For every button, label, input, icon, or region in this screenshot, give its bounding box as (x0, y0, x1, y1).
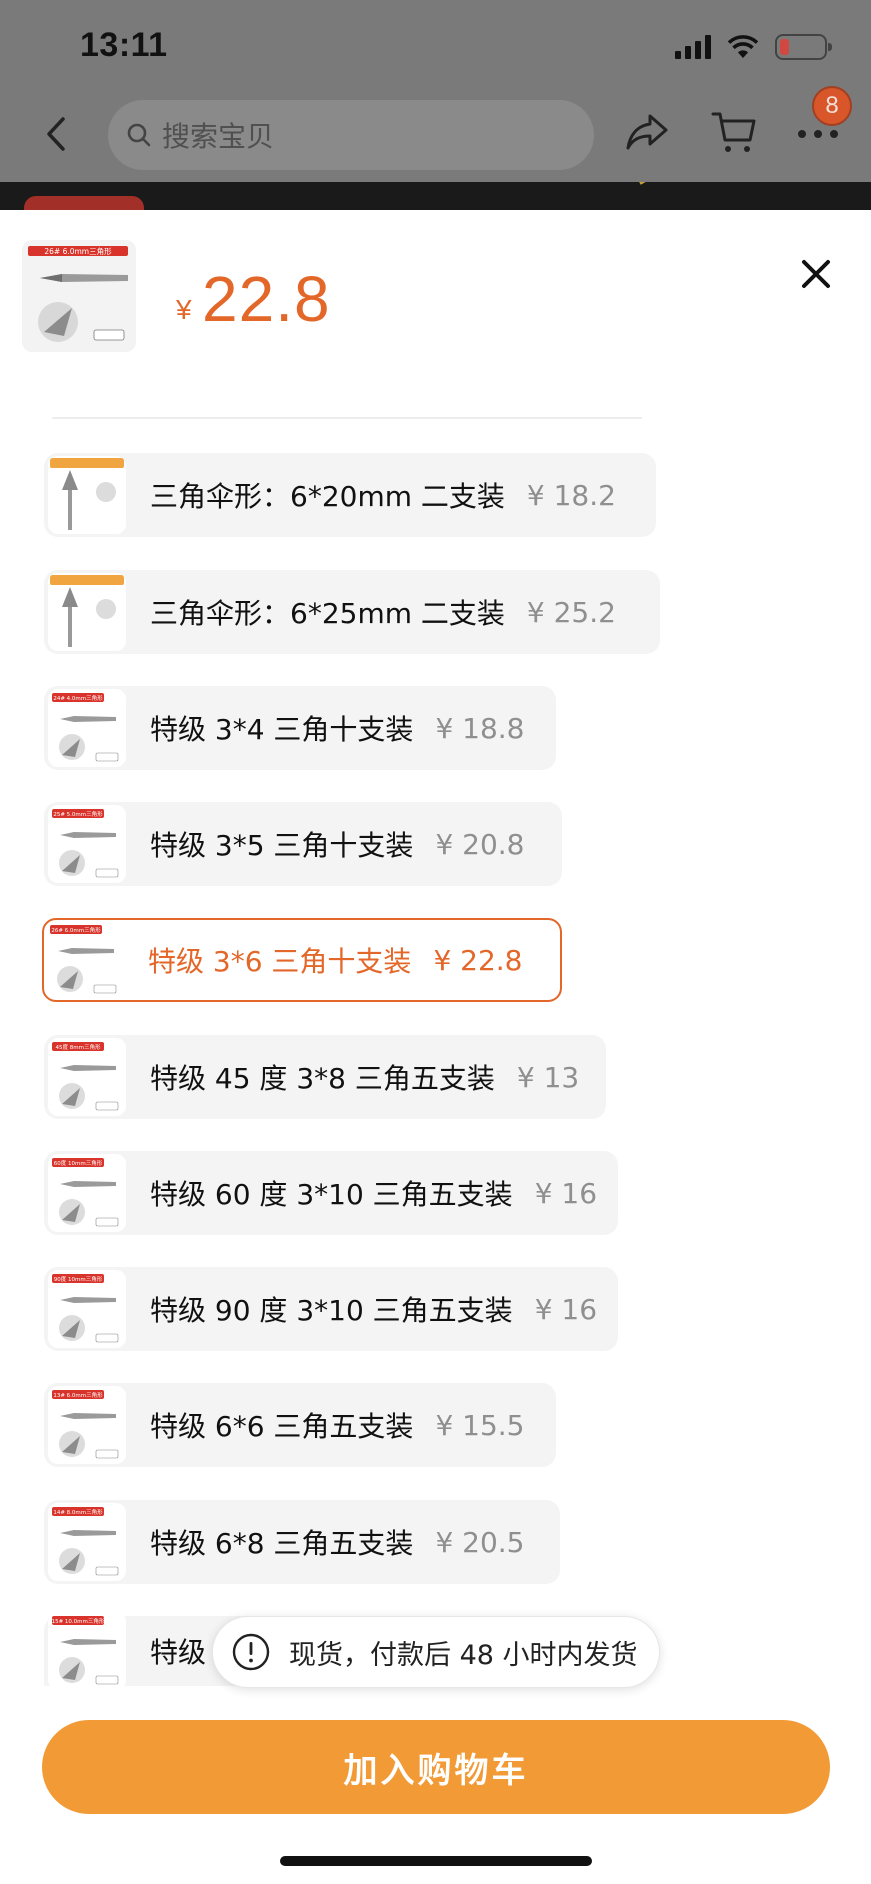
sku-option-price: ¥ 15.5 (435, 1408, 525, 1442)
share-button[interactable] (624, 108, 670, 158)
thumb-tag: 26# 6.0mm三角形 (44, 246, 112, 256)
sku-option-image-tag: 26# 6.0mm三角形 (51, 926, 101, 934)
shipping-toast: 现货，付款后 48 小时内发货 (212, 1616, 660, 1688)
sku-option-label: 三角伞形：6*20mm 二支装 (150, 480, 505, 513)
sku-option-image: 60度 10mm三角形 (48, 1154, 126, 1232)
sku-option-image-tag: 90度 10mm三角形 (54, 1275, 103, 1283)
sku-option[interactable]: 25# 5.0mm三角形特级 3*5 三角十支装 ¥ 20.8 (44, 802, 562, 886)
sku-option-label: 特级 3*5 三角十支装 (150, 829, 414, 862)
sku-option[interactable]: 13# 6.0mm三角形特级 6*6 三角五支装 ¥ 15.5 (44, 1383, 556, 1467)
sku-option-image: 13# 6.0mm三角形 (48, 1386, 126, 1464)
sku-option-image: 45度 8mm三角形 (48, 1038, 126, 1116)
home-indicator (280, 1856, 592, 1866)
share-icon (626, 114, 668, 150)
selected-product-image[interactable]: 26# 6.0mm三角形 (22, 240, 136, 352)
alert-icon (232, 1633, 270, 1671)
dimmed-background[interactable]: 13:11 搜索宝贝 8 (0, 0, 871, 210)
sku-option-label: 特级 (150, 1636, 207, 1669)
search-input[interactable]: 搜索宝贝 (108, 100, 594, 170)
sku-option-image-tag: 25# 5.0mm三角形 (53, 810, 103, 818)
cart-button[interactable] (710, 108, 758, 160)
sku-option[interactable]: 26# 6.0mm三角形特级 3*6 三角十支装 ¥ 22.8 (42, 918, 562, 1002)
sku-option-image-tag: 15# 10.0mm三角形 (52, 1617, 105, 1625)
back-button[interactable] (38, 108, 74, 160)
sku-option-price: ¥ 18.2 (526, 478, 616, 512)
banner-tag (24, 196, 144, 210)
selected-price: 22.8 (202, 263, 331, 335)
sku-option-label: 特级 90 度 3*10 三角五支装 (150, 1294, 513, 1327)
list-divider (52, 417, 642, 419)
sku-option-image-tag: 24# 4.0mm三角形 (53, 694, 103, 702)
sku-option-image: 24# 4.0mm三角形 (48, 689, 126, 767)
sku-option-image-tag: 45度 8mm三角形 (56, 1043, 101, 1051)
sku-option[interactable]: 45度 8mm三角形特级 45 度 3*8 三角五支装 ¥ 13 (44, 1035, 606, 1119)
sku-selector-sheet: 26# 6.0mm三角形 ¥ 22.8 三角伞形：6*20mm 二支装 ¥ 18.… (0, 210, 871, 1884)
sku-option-price: ¥ 20.8 (435, 827, 525, 861)
wifi-icon (727, 35, 759, 58)
sku-option-image-tag: 14# 8.0mm三角形 (53, 1508, 103, 1516)
price-currency: ¥ (176, 294, 192, 325)
cart-icon (711, 112, 756, 152)
sku-option-label: 三角伞形：6*25mm 二支装 (150, 597, 505, 630)
sku-option-image: 26# 6.0mm三角形 (46, 921, 124, 999)
sku-option-price: ¥ 16 (534, 1292, 598, 1326)
sku-option-image: 14# 8.0mm三角形 (48, 1503, 126, 1581)
status-icons (675, 30, 832, 64)
close-icon (802, 260, 830, 288)
close-button[interactable] (796, 254, 836, 294)
sku-option-price: ¥ 13 (516, 1060, 580, 1094)
sku-option[interactable]: 60度 10mm三角形特级 60 度 3*10 三角五支装 ¥ 16 (44, 1151, 618, 1235)
sku-option-price: ¥ 22.8 (433, 943, 523, 977)
back-icon (47, 117, 65, 151)
cart-badge: 8 (812, 86, 852, 126)
battery-icon (775, 34, 832, 60)
sku-option-label: 特级 60 度 3*10 三角五支装 (150, 1178, 513, 1211)
sku-option-label: 特级 6*8 三角五支装 (150, 1527, 414, 1560)
search-placeholder: 搜索宝贝 (162, 120, 275, 153)
toast-text: 现货，付款后 48 小时内发货 (289, 1639, 638, 1671)
sku-option-label: 特级 3*6 三角十支装 (148, 945, 412, 978)
signal-icon (675, 35, 711, 59)
product-banner (0, 182, 871, 210)
sku-option-image-tag: 13# 6.0mm三角形 (53, 1391, 103, 1399)
sku-option-price: ¥ 16 (534, 1176, 598, 1210)
sku-option-image: 15# 10.0mm三角形 (48, 1612, 126, 1690)
sku-option-image: 25# 5.0mm三角形 (48, 805, 126, 883)
sku-option-image: 90度 10mm三角形 (48, 1270, 126, 1348)
sku-option[interactable]: 三角伞形：6*20mm 二支装 ¥ 18.2 (44, 453, 656, 537)
sku-option-price: ¥ 20.5 (435, 1525, 525, 1559)
status-time: 13:11 (80, 26, 168, 64)
sku-option[interactable]: 90度 10mm三角形特级 90 度 3*10 三角五支装 ¥ 16 (44, 1267, 618, 1351)
product-image: 26# 6.0mm三角形 (28, 246, 128, 342)
sku-option-label: 特级 45 度 3*8 三角五支装 (150, 1062, 495, 1095)
banner-decoration (639, 182, 693, 185)
add-to-cart-button[interactable]: 加入购物车 (42, 1720, 830, 1814)
search-icon (127, 123, 151, 147)
sku-option[interactable]: 三角伞形：6*25mm 二支装 ¥ 25.2 (44, 570, 660, 654)
sku-option-image (48, 573, 126, 651)
sku-option-price: ¥ 25.2 (526, 595, 616, 629)
sku-option-label: 特级 6*6 三角五支装 (150, 1410, 414, 1443)
sku-option-label: 特级 3*4 三角十支装 (150, 713, 414, 746)
sku-option[interactable]: 24# 4.0mm三角形特级 3*4 三角十支装 ¥ 18.8 (44, 686, 556, 770)
sku-option-image (48, 456, 126, 534)
sku-option-image-tag: 60度 10mm三角形 (54, 1159, 103, 1167)
sku-option[interactable]: 14# 8.0mm三角形特级 6*8 三角五支装 ¥ 20.5 (44, 1500, 560, 1584)
sku-option-price: ¥ 18.8 (435, 711, 525, 745)
